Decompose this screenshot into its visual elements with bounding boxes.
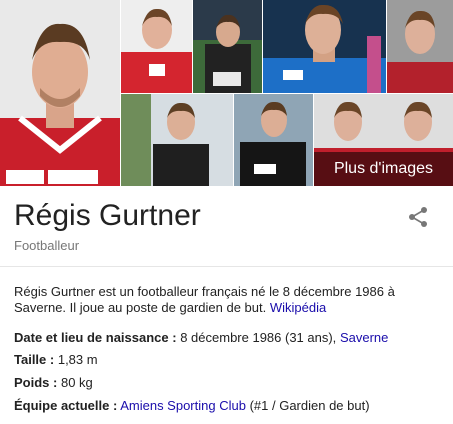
description-text: Régis Gurtner est un footballeur françai… bbox=[14, 284, 395, 315]
fact-team: Équipe actuelle : Amiens Sporting Club (… bbox=[14, 398, 370, 414]
wikipedia-link[interactable]: Wikipédia bbox=[270, 300, 326, 315]
share-icon[interactable] bbox=[407, 206, 429, 228]
main-photo[interactable] bbox=[0, 0, 120, 186]
fact-value: 8 décembre 1986 (31 ans), bbox=[180, 330, 337, 345]
fact-weight: Poids : 80 kg bbox=[14, 375, 93, 391]
entity-title: Régis Gurtner bbox=[14, 199, 201, 232]
fact-height: Taille : 1,83 m bbox=[14, 352, 98, 368]
fact-value: 80 kg bbox=[60, 375, 93, 390]
fact-label: Poids : bbox=[14, 375, 58, 390]
photo-thumbnail[interactable] bbox=[193, 0, 262, 93]
fact-value: 1,83 m bbox=[57, 352, 98, 367]
fact-label: Taille : bbox=[14, 352, 55, 367]
photo-thumbnail[interactable] bbox=[263, 0, 386, 93]
fact-label: Équipe actuelle : bbox=[14, 398, 118, 413]
photo-thumbnail[interactable] bbox=[234, 94, 313, 186]
entity-description: Régis Gurtner est un footballeur françai… bbox=[14, 284, 434, 316]
birthplace-link[interactable]: Saverne bbox=[340, 330, 388, 345]
entity-header: Régis Gurtner bbox=[14, 198, 439, 238]
photo-thumbnail[interactable] bbox=[387, 0, 453, 93]
entity-subtitle: Footballeur bbox=[14, 238, 80, 253]
photo-thumbnail[interactable] bbox=[121, 94, 233, 186]
photo-thumbnail[interactable]: Plus d'images bbox=[314, 94, 453, 186]
more-images-link[interactable]: Plus d'images bbox=[314, 152, 453, 186]
fact-value: (#1 / Gardien de but) bbox=[249, 398, 370, 413]
photo-thumbnail[interactable] bbox=[121, 0, 192, 93]
divider bbox=[0, 266, 453, 267]
fact-label: Date et lieu de naissance : bbox=[14, 330, 177, 345]
image-gallery: Plus d'images bbox=[0, 0, 453, 186]
team-link[interactable]: Amiens Sporting Club bbox=[120, 398, 246, 413]
fact-birth: Date et lieu de naissance : 8 décembre 1… bbox=[14, 330, 388, 346]
